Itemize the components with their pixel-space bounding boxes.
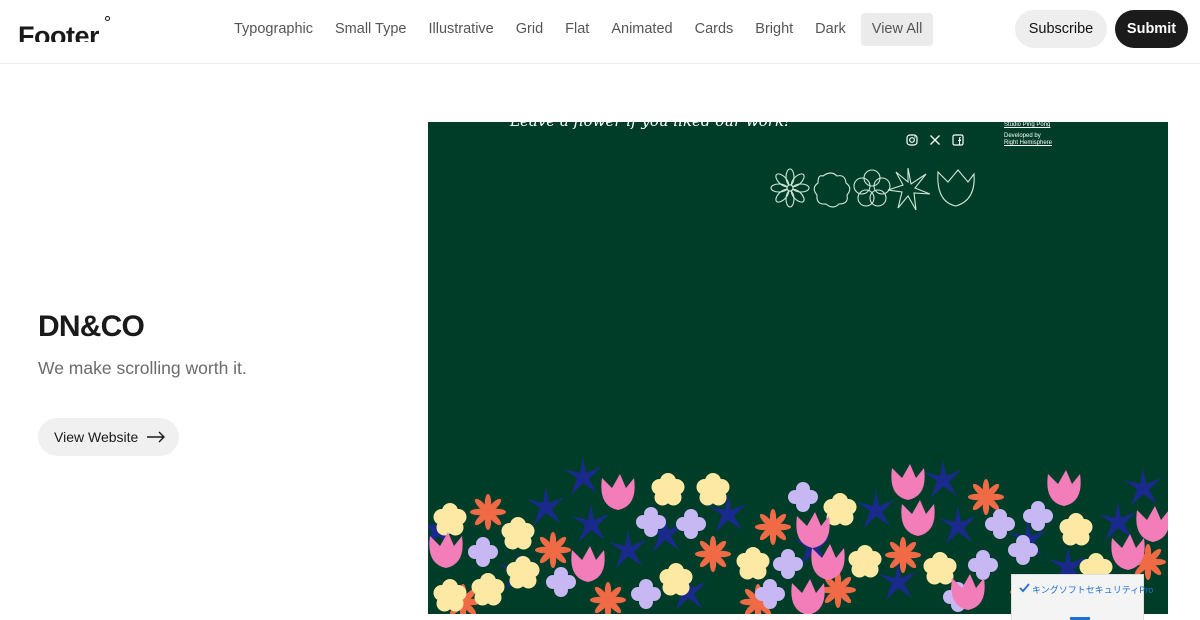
nav-item-cards[interactable]: Cards xyxy=(684,13,745,46)
x-icon[interactable] xyxy=(929,134,941,146)
nav-item-dark[interactable]: Dark xyxy=(804,13,857,46)
nav-item-small-type[interactable]: Small Type xyxy=(324,13,417,46)
nav-item-illustrative[interactable]: Illustrative xyxy=(417,13,504,46)
shield-check-icon xyxy=(1019,583,1030,593)
nav-item-typographic[interactable]: Typographic xyxy=(223,13,324,46)
outline-tulip-icon xyxy=(937,169,975,207)
view-website-label: View Website xyxy=(54,429,139,445)
outline-star-flower-icon xyxy=(887,167,931,211)
site-title: DN&CO xyxy=(38,310,145,343)
nav-item-grid[interactable]: Grid xyxy=(505,13,554,46)
credit-developer-link[interactable]: Right Hemisphere xyxy=(1004,140,1052,147)
website-preview[interactable]: Leave a flower if you liked our work! St… xyxy=(428,122,1168,614)
nav-item-bright[interactable]: Bright xyxy=(744,13,804,46)
facebook-icon[interactable] xyxy=(952,134,964,146)
outline-cloud-flower-icon xyxy=(813,172,851,208)
site-header: Footer Typographic Small Type Illustrati… xyxy=(0,0,1200,64)
subscribe-button[interactable]: Subscribe xyxy=(1015,10,1107,48)
credit-developed-by: Developed by xyxy=(1004,133,1041,139)
nav-item-animated[interactable]: Animated xyxy=(600,13,683,46)
submit-button[interactable]: Submit xyxy=(1115,10,1188,48)
security-badge-label: キングソフトセキュリティPro xyxy=(1032,585,1154,595)
category-nav: Typographic Small Type Illustrative Grid… xyxy=(223,12,934,46)
arrow-right-icon xyxy=(147,431,166,443)
instagram-icon[interactable] xyxy=(906,134,918,146)
outline-daisy-icon xyxy=(770,168,810,208)
preview-message: Leave a flower if you liked our work! xyxy=(510,122,790,130)
logo-registered-mark xyxy=(105,16,110,21)
nav-item-flat[interactable]: Flat xyxy=(554,13,600,46)
view-website-button[interactable]: View Website xyxy=(38,418,179,456)
site-tagline: We make scrolling worth it. xyxy=(38,358,247,378)
outline-flower-picker[interactable] xyxy=(768,166,978,212)
logo[interactable]: Footer xyxy=(18,14,99,42)
outline-clover-icon xyxy=(853,169,891,207)
credit-studio-link[interactable]: Studio Ping Pong xyxy=(1004,122,1050,129)
security-badge[interactable]: キングソフトセキュリティPro xyxy=(1011,574,1153,620)
nav-item-view-all[interactable]: View All xyxy=(860,12,934,46)
